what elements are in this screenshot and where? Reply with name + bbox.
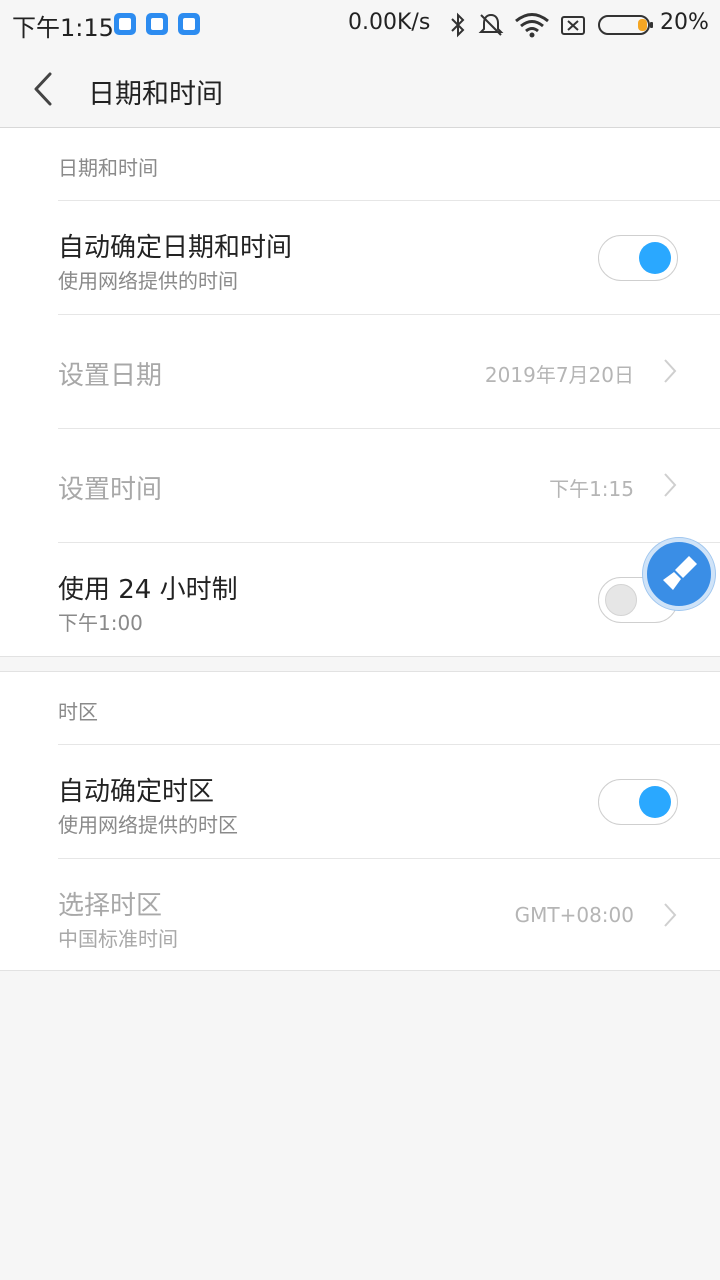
row-set-date[interactable]: 设置日期 2019年7月20日 — [0, 315, 720, 429]
section-title: 时区 — [58, 700, 98, 724]
chevron-right-icon — [664, 903, 677, 927]
row-auto-timezone[interactable]: 自动确定时区 使用网络提供的时区 — [0, 745, 720, 859]
floating-cleaner-button[interactable] — [643, 538, 715, 610]
page-title: 日期和时间 — [88, 79, 223, 110]
header: 日期和时间 — [0, 50, 720, 128]
date-value: 2019年7月20日 — [484, 363, 634, 387]
row-subtitle: 使用网络提供的时区 — [58, 813, 238, 837]
app-notification-icon — [146, 13, 168, 35]
status-time: 下午1:15 — [12, 14, 114, 42]
row-subtitle: 中国标准时间 — [58, 927, 178, 951]
no-sim-icon — [561, 16, 585, 35]
section-timezone: 时区 自动确定时区 使用网络提供的时区 选择时区 中国标准时间 GMT+08:0… — [0, 671, 720, 971]
status-bar: 下午1:15 0.00K/s 20% — [0, 0, 720, 50]
wifi-icon — [515, 13, 549, 38]
section-date-time: 日期和时间 自动确定日期和时间 使用网络提供的时间 设置日期 2019年7月20… — [0, 128, 720, 657]
battery-icon — [598, 15, 653, 35]
row-24-hour[interactable]: 使用 24 小时制 下午1:00 — [0, 543, 720, 657]
network-speed: 0.00K/s — [348, 10, 431, 35]
back-arrow-icon[interactable] — [28, 70, 58, 108]
chevron-right-icon — [664, 473, 677, 497]
auto-date-time-toggle[interactable] — [598, 235, 678, 281]
row-select-timezone[interactable]: 选择时区 中国标准时间 GMT+08:00 — [0, 859, 720, 973]
battery-percent: 20% — [660, 10, 709, 35]
app-notification-icon — [178, 13, 200, 35]
mute-bell-icon — [478, 13, 504, 36]
row-title: 自动确定时区 — [58, 777, 215, 807]
time-value: 下午1:15 — [549, 477, 634, 501]
auto-timezone-toggle[interactable] — [598, 779, 678, 825]
chevron-right-icon — [664, 359, 677, 383]
row-title: 使用 24 小时制 — [58, 575, 238, 605]
row-subtitle: 使用网络提供的时间 — [58, 269, 238, 293]
section-title: 日期和时间 — [58, 156, 158, 180]
row-title: 设置时间 — [58, 475, 163, 505]
row-set-time[interactable]: 设置时间 下午1:15 — [0, 429, 720, 543]
row-title: 设置日期 — [58, 361, 163, 391]
timezone-value: GMT+08:00 — [514, 903, 634, 927]
app-notification-icon — [114, 13, 136, 35]
broom-icon — [663, 556, 697, 590]
row-subtitle: 下午1:00 — [58, 611, 143, 635]
row-title: 选择时区 — [58, 891, 163, 921]
row-title: 自动确定日期和时间 — [58, 233, 293, 263]
row-auto-date-time[interactable]: 自动确定日期和时间 使用网络提供的时间 — [0, 201, 720, 315]
bluetooth-icon — [451, 12, 465, 38]
